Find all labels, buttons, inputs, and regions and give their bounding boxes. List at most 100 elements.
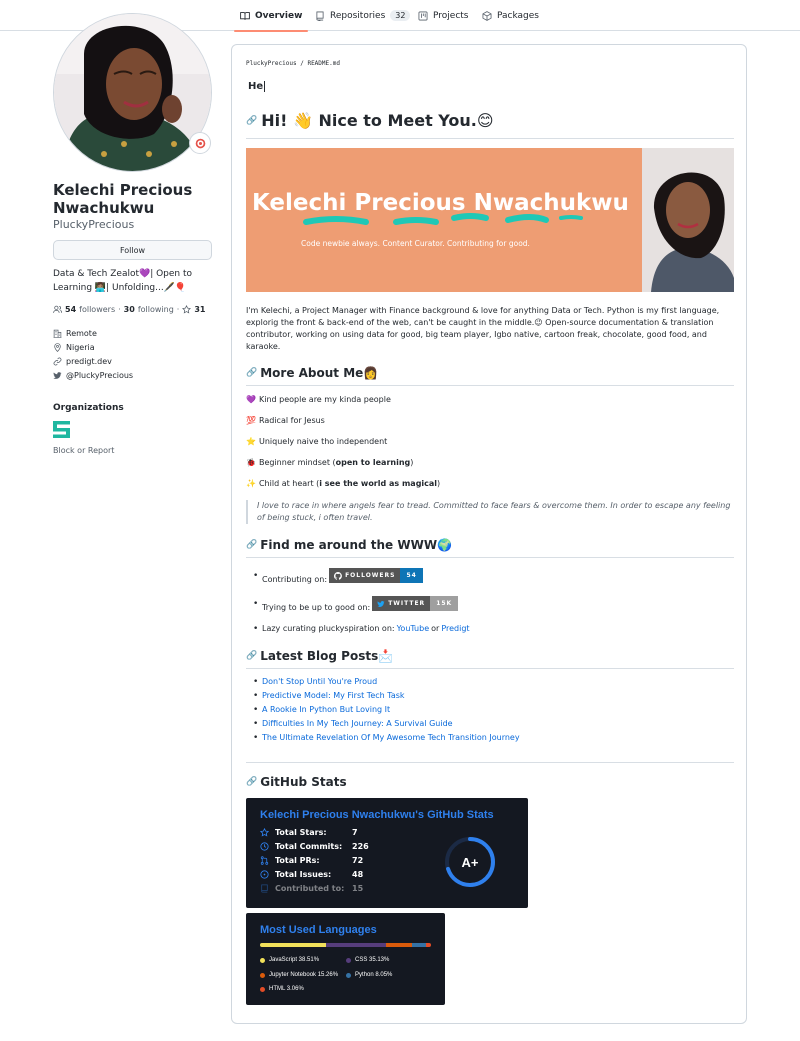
- vcard-website-link[interactable]: predigt.dev: [66, 357, 112, 366]
- hundred-icon: 💯: [246, 416, 256, 425]
- people-icon: [53, 305, 62, 313]
- ladybug-icon: 🐞: [246, 458, 256, 467]
- greeting-heading: 🔗 Hi! 👋 Nice to Meet You.😊: [246, 111, 494, 130]
- stat-value: 72: [352, 856, 364, 865]
- stat-row-prs: Total PRs: 72: [260, 856, 363, 865]
- tab-packages[interactable]: Packages: [482, 0, 539, 31]
- about-item-text: Radical for Jesus: [258, 416, 325, 425]
- avatar[interactable]: [53, 13, 212, 172]
- heart-icon: 💜: [246, 395, 256, 404]
- blog-post-link[interactable]: Don't Stop Until You're Proud: [262, 677, 377, 686]
- github-stats-card[interactable]: Kelechi Precious Nwachukwu's GitHub Stat…: [246, 798, 528, 908]
- star-icon: [260, 828, 269, 837]
- followers-label[interactable]: followers: [79, 305, 115, 314]
- blog-heading-text: Latest Blog Posts📩: [260, 649, 394, 663]
- tab-projects-label: Projects: [433, 10, 469, 21]
- issue-icon: [260, 870, 269, 879]
- anchor-link-icon[interactable]: 🔗: [246, 540, 257, 550]
- language-color-dot: [346, 957, 351, 963]
- or-text: or: [431, 624, 440, 633]
- language-color-dot: [260, 986, 265, 992]
- tab-overview-label: Overview: [255, 10, 303, 21]
- youtube-link[interactable]: YouTube: [397, 624, 430, 633]
- heading-divider: [246, 138, 734, 139]
- twitter-bird-icon: [377, 600, 385, 607]
- vcard-twitter-link[interactable]: @PluckyPrecious: [66, 371, 133, 380]
- vcard-work-text: Remote: [66, 329, 97, 338]
- grade-ring: A+: [445, 837, 495, 887]
- anchor-link-icon[interactable]: 🔗: [246, 116, 257, 126]
- anchor-link-icon[interactable]: 🔗: [246, 651, 257, 661]
- languages-card-title: Most Used Languages: [260, 924, 377, 936]
- blog-post-link[interactable]: Predictive Model: My First Tech Task: [262, 691, 405, 700]
- list-item: Lazy curating pluckyspiration on: YouTub…: [253, 624, 470, 634]
- stat-value: 15: [352, 884, 364, 893]
- tab-projects[interactable]: Projects: [418, 0, 468, 31]
- language-label: Python 8.05%: [355, 972, 393, 978]
- banner-title: Kelechi Precious Nwachukwu: [252, 190, 629, 216]
- following-label[interactable]: following: [138, 305, 174, 314]
- repositories-count: 32: [390, 10, 411, 21]
- block-or-report-link[interactable]: Block or Report: [53, 446, 114, 455]
- language-color-dot: [346, 972, 351, 978]
- twitter-followers-badge[interactable]: TWITTER 15K: [372, 596, 459, 611]
- stat-value: 7: [352, 828, 358, 837]
- find-heading: 🔗 Find me around the WWW🌍: [246, 538, 452, 552]
- repo-icon: [261, 884, 268, 893]
- history-icon: [260, 842, 269, 851]
- tab-overview[interactable]: Overview: [233, 0, 309, 32]
- vcard-website[interactable]: predigt.dev: [53, 357, 112, 366]
- vcard-twitter[interactable]: @PluckyPrecious: [53, 371, 133, 380]
- tab-repositories[interactable]: Repositories 32: [315, 0, 411, 31]
- vcard-location-text: Nigeria: [66, 343, 95, 352]
- language-item: Python 8.05%: [346, 972, 392, 978]
- trying-label: Trying to be up to good on:: [262, 603, 371, 612]
- stat-value: 48: [352, 870, 364, 879]
- blog-post-link[interactable]: Difficulties In My Tech Journey: A Survi…: [262, 719, 453, 728]
- profile-username: PluckyPrecious: [53, 218, 135, 231]
- top-languages-card[interactable]: Most Used Languages JavaScript 38.51% CS…: [246, 913, 445, 1005]
- stats-card-title: Kelechi Precious Nwachukwu's GitHub Stat…: [260, 809, 494, 821]
- link-icon: [53, 357, 62, 366]
- stars-count[interactable]: 31: [194, 305, 205, 314]
- anchor-link-icon[interactable]: 🔗: [246, 368, 257, 378]
- language-item: HTML 3.06%: [260, 986, 304, 992]
- language-item: JavaScript 38.51%: [260, 957, 319, 963]
- about-item-bold: open to learning: [335, 458, 411, 467]
- readme-path: PluckyPrecious / README.md: [246, 60, 340, 67]
- pull-request-icon: [260, 856, 269, 865]
- about-item-text: Uniquely naive tho independent: [258, 437, 388, 446]
- grade-text: A+: [462, 855, 479, 870]
- github-followers-badge[interactable]: FOLLOWERS 54: [329, 568, 423, 583]
- follow-button[interactable]: Follow: [53, 240, 212, 260]
- heading-divider: [246, 385, 734, 386]
- about-item-post: ): [410, 458, 414, 467]
- following-count[interactable]: 30: [124, 305, 135, 314]
- greeting-text: Hi! 👋 Nice to Meet You.😊: [261, 111, 494, 130]
- profile-banner-image[interactable]: Kelechi Precious Nwachukwu Code newbie a…: [246, 148, 734, 292]
- divider: [246, 762, 734, 763]
- about-item-pre: Beginner mindset (: [258, 458, 336, 467]
- predigt-link[interactable]: Predigt: [441, 624, 469, 633]
- profile-full-name: Kelechi Precious Nwachukwu: [53, 181, 193, 217]
- anchor-link-icon[interactable]: 🔗: [246, 777, 257, 787]
- stat-row-issues: Total Issues: 48: [260, 870, 363, 879]
- find-heading-text: Find me around the WWW🌍: [260, 538, 453, 552]
- avatar-photo: [54, 14, 211, 171]
- readme-path-user[interactable]: PluckyPrecious: [246, 60, 297, 67]
- vcard-location: Nigeria: [53, 343, 95, 352]
- followers-count[interactable]: 54: [65, 305, 76, 314]
- readme-path-file[interactable]: README.md: [307, 60, 340, 67]
- blog-post-link[interactable]: A Rookie In Python But Loving It: [262, 705, 390, 714]
- badge-label-part: TWITTER: [372, 596, 431, 611]
- status-badge[interactable]: [189, 132, 211, 154]
- star-emoji-icon: ⭐: [246, 437, 256, 446]
- star-icon: [182, 305, 192, 314]
- lazy-label: Lazy curating pluckyspiration on:: [262, 624, 395, 633]
- repo-icon: [316, 11, 324, 21]
- about-item: ✨ Child at heart (i see the world as mag…: [246, 479, 440, 488]
- twitter-badge-value: 15K: [430, 596, 459, 611]
- blog-post-link[interactable]: The Ultimate Revelation Of My Awesome Te…: [262, 733, 520, 742]
- organization-avatar[interactable]: [53, 421, 70, 438]
- about-item-text: Child at heart (i see the world as magic…: [259, 479, 440, 488]
